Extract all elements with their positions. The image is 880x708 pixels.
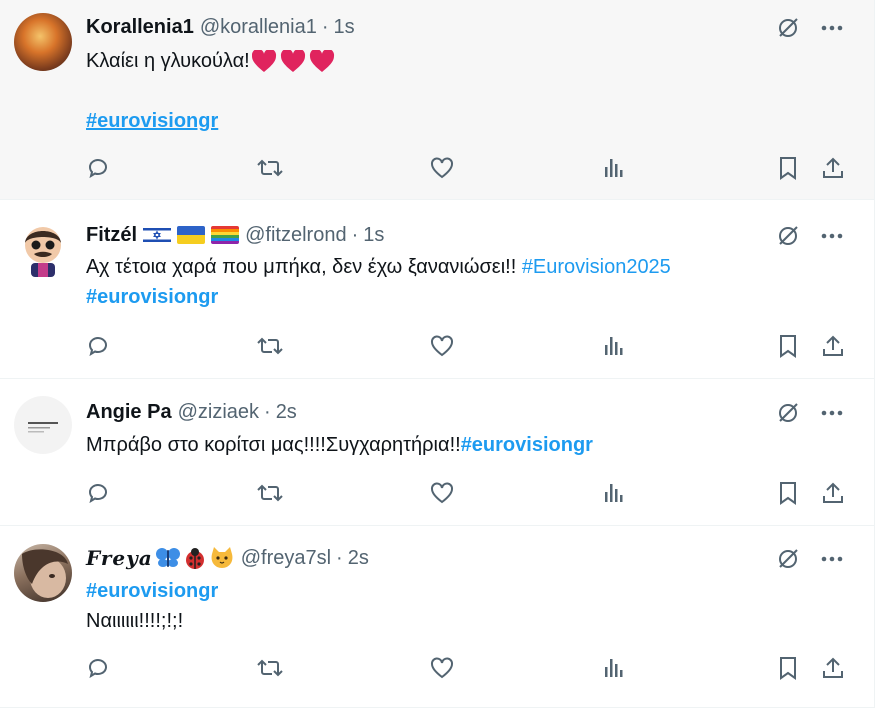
tweet[interactable]: Angie Pa @ziziaek · 2s Μπράβο στο κορίτσ… <box>0 379 874 526</box>
ladybug-emoji-icon <box>183 547 207 569</box>
bookmark-icon[interactable] <box>774 332 802 360</box>
tweet-text: Μπράβο στο κορίτσι μας!!!!Συγχαρητήρια!!… <box>86 430 814 460</box>
display-name[interactable]: Fitzél <box>86 224 137 247</box>
israel-flag-icon <box>143 226 172 244</box>
retweet-icon[interactable] <box>256 479 284 507</box>
cat-emoji-icon <box>209 546 235 570</box>
separator: · <box>264 400 271 423</box>
tweet[interactable]: Korallenia1 @korallenia1 · 1s Κλαίει η γ… <box>0 0 874 200</box>
tweet-hashtag-line: #eurovisiongr <box>86 282 814 312</box>
tweet-hashtag-line: #eurovisiongr <box>86 106 814 136</box>
tweet-text-line: Μπράβο στο κορίτσι μας!!!!Συγχαρητήρια!! <box>86 434 461 456</box>
hashtag-link[interactable]: #Eurovision2025 <box>522 256 671 278</box>
grok-icon[interactable] <box>774 14 802 42</box>
handle[interactable]: @ziziaek <box>178 401 259 424</box>
views-icon[interactable] <box>600 479 628 507</box>
retweet-icon[interactable] <box>256 654 284 682</box>
avatar[interactable] <box>14 396 72 454</box>
tweet-actions <box>84 332 846 358</box>
timestamp[interactable]: 2s <box>276 401 297 424</box>
reply-icon[interactable] <box>84 654 112 682</box>
timestamp[interactable]: 2s <box>348 547 369 570</box>
grok-icon[interactable] <box>774 399 802 427</box>
like-icon[interactable] <box>428 654 456 682</box>
tweet-actions <box>84 154 846 180</box>
tweet-header: Freya @freya7sl · 2s <box>86 545 369 571</box>
tweet-text-line: Ναιιιιιι!!!!;!;! <box>86 610 184 632</box>
tweet-top-actions <box>774 545 846 573</box>
tweet-top-actions <box>774 222 846 250</box>
separator: · <box>336 546 343 569</box>
more-icon[interactable] <box>818 545 846 573</box>
ukraine-flag-icon <box>177 226 206 244</box>
more-icon[interactable] <box>818 222 846 250</box>
timestamp[interactable]: 1s <box>334 16 355 39</box>
tweet-text: Ναιιιιιι!!!!;!;! <box>86 606 814 636</box>
like-icon[interactable] <box>428 154 456 182</box>
display-name[interactable]: Korallenia1 <box>86 16 194 39</box>
tweet-top-actions <box>774 14 846 42</box>
tweet-hashtag-line: #eurovisiongr <box>86 576 814 606</box>
like-icon[interactable] <box>428 479 456 507</box>
views-icon[interactable] <box>600 654 628 682</box>
tweet-top-actions <box>774 399 846 427</box>
more-icon[interactable] <box>818 14 846 42</box>
tweet-actions <box>84 479 846 505</box>
separator: · <box>321 15 329 38</box>
share-icon[interactable] <box>819 154 847 182</box>
reply-icon[interactable] <box>84 479 112 507</box>
reply-icon[interactable] <box>84 332 112 360</box>
tweet-text-line: Κλαίει η γλυκούλα! <box>86 50 250 72</box>
tweet-header: Korallenia1 @korallenia1 · 1s <box>86 14 355 40</box>
grok-icon[interactable] <box>774 545 802 573</box>
tweet-text: Αχ τέτοια χαρά που μπήκα, δεν έχω ξανανι… <box>86 252 814 282</box>
handle[interactable]: @fitzelrond <box>245 224 346 247</box>
hashtag-link[interactable]: #eurovisiongr <box>86 580 218 602</box>
handle[interactable]: @korallenia1 <box>200 16 317 39</box>
like-icon[interactable] <box>428 332 456 360</box>
display-name[interactable]: Freya <box>86 546 153 570</box>
grok-icon[interactable] <box>774 222 802 250</box>
share-icon[interactable] <box>819 654 847 682</box>
separator: · <box>351 223 359 246</box>
tweet-text: Κλαίει η γλυκούλα! <box>86 46 814 76</box>
tweet[interactable]: Fitzél @fitzelrond · 1s Αχ τέτοια χαρά π… <box>0 200 874 379</box>
share-icon[interactable] <box>819 332 847 360</box>
share-icon[interactable] <box>819 479 847 507</box>
avatar[interactable] <box>14 544 72 602</box>
bookmark-icon[interactable] <box>774 654 802 682</box>
display-name[interactable]: Angie Pa <box>86 401 172 424</box>
handle[interactable]: @freya7sl <box>241 547 331 570</box>
butterfly-emoji-icon <box>155 547 181 569</box>
tweet-text-line: Αχ τέτοια χαρά που μπήκα, δεν έχω ξανανι… <box>86 256 522 278</box>
bookmark-icon[interactable] <box>774 154 802 182</box>
retweet-icon[interactable] <box>256 332 284 360</box>
tweet-actions <box>84 654 846 680</box>
tweet[interactable]: Freya @freya7sl · 2s #eurovisiongr Ναιιι… <box>0 526 874 708</box>
views-icon[interactable] <box>600 332 628 360</box>
hashtag-link[interactable]: #eurovisiongr <box>461 434 593 456</box>
timeline-feed: Korallenia1 @korallenia1 · 1s Κλαίει η γ… <box>0 0 875 708</box>
rainbow-flag-icon <box>211 226 240 244</box>
tweet-header: Angie Pa @ziziaek · 2s <box>86 399 297 425</box>
tweet-header: Fitzél @fitzelrond · 1s <box>86 222 384 248</box>
avatar[interactable] <box>14 13 72 71</box>
avatar[interactable] <box>14 221 72 279</box>
retweet-icon[interactable] <box>256 154 284 182</box>
timestamp[interactable]: 1s <box>363 224 384 247</box>
hashtag-link[interactable]: #eurovisiongr <box>86 286 218 308</box>
heart-emoji-icon <box>251 49 336 74</box>
bookmark-icon[interactable] <box>774 479 802 507</box>
views-icon[interactable] <box>600 154 628 182</box>
hashtag-link[interactable]: #eurovisiongr <box>86 110 218 132</box>
more-icon[interactable] <box>818 399 846 427</box>
reply-icon[interactable] <box>84 154 112 182</box>
